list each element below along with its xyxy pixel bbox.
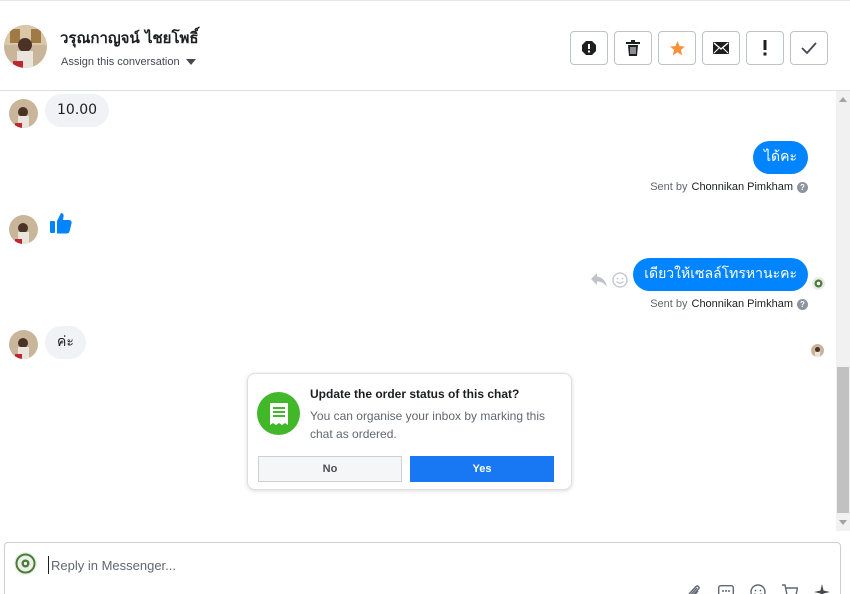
incoming-message: 10.00 <box>45 94 110 127</box>
page-avatar <box>14 552 37 575</box>
scroll-thumb[interactable] <box>837 367 849 513</box>
messenger-conversation: วรุณกาญจน์ ไชยโพธิ์ Assign this conversa… <box>0 0 850 594</box>
prompt-title: Update the order status of this chat? <box>310 387 520 401</box>
envelope-icon <box>713 42 729 54</box>
contact-avatar-small <box>9 330 38 359</box>
mark-done-button[interactable] <box>790 31 828 65</box>
incoming-message: ค่ะ <box>45 326 86 359</box>
order-receipt-icon <box>257 392 300 435</box>
follow-up-button[interactable] <box>746 31 784 65</box>
saved-replies-button[interactable] <box>717 583 735 594</box>
check-icon <box>801 42 817 54</box>
contact-avatar[interactable] <box>4 25 47 68</box>
assign-conversation-dropdown[interactable]: Assign this conversation <box>61 56 196 68</box>
attachment-button[interactable] <box>685 583 703 594</box>
assign-label: Assign this conversation <box>61 56 180 68</box>
conversation-header: วรุณกาญจน์ ไชยโพธิ์ Assign this conversa… <box>0 0 850 91</box>
reply-icon[interactable] <box>591 273 607 292</box>
mark-unread-button[interactable] <box>702 31 740 65</box>
order-status-prompt: Update the order status of this chat? Yo… <box>247 373 572 490</box>
sender-name: Chonnikan Pimkham <box>691 298 794 310</box>
trash-icon <box>626 40 640 56</box>
conversation-toolbar <box>570 31 828 65</box>
help-icon[interactable]: ? <box>797 181 808 193</box>
outgoing-message: เดียวให้เซลล์โทรหานะคะ <box>633 258 808 291</box>
paperclip-icon <box>688 585 700 594</box>
help-icon[interactable]: ? <box>797 298 808 310</box>
outgoing-message: ได้คะ <box>752 141 808 174</box>
more-actions-button[interactable] <box>813 583 831 594</box>
contact-avatar-small <box>9 99 38 128</box>
seen-avatar <box>812 277 825 290</box>
reply-input[interactable] <box>48 556 648 574</box>
exclamation-icon <box>763 40 767 56</box>
delete-button[interactable] <box>614 31 652 65</box>
reply-composer <box>4 542 841 594</box>
star-button[interactable] <box>658 31 696 65</box>
caret-down-icon <box>185 59 196 65</box>
scroll-down-arrow-icon[interactable] <box>839 520 847 525</box>
composer-toolbar <box>685 583 831 594</box>
saved-reply-icon <box>718 585 734 594</box>
sent-by-label: Sent by Chonnikan Pimkham ? <box>650 298 808 310</box>
add-product-button[interactable] <box>781 583 799 594</box>
sent-by-label: Sent by Chonnikan Pimkham ? <box>650 181 808 193</box>
contact-name: วรุณกาญจน์ ไชยโพธิ์ <box>60 29 199 47</box>
scroll-up-arrow-icon[interactable] <box>839 97 847 102</box>
mark-spam-button[interactable] <box>570 31 608 65</box>
no-button[interactable]: No <box>258 456 402 482</box>
star-icon <box>669 40 685 55</box>
contact-avatar-small <box>9 215 38 244</box>
spam-icon <box>582 41 596 55</box>
sender-name: Chonnikan Pimkham <box>691 181 794 193</box>
emoji-button[interactable] <box>749 583 767 594</box>
seen-avatar <box>811 344 824 357</box>
thumbs-up-icon <box>50 212 72 239</box>
message-scrollbar[interactable] <box>836 91 850 531</box>
prompt-body: You can organise your inbox by marking t… <box>310 409 546 441</box>
emoji-reaction-icon[interactable] <box>612 272 628 293</box>
yes-button[interactable]: Yes <box>410 456 554 482</box>
cart-icon <box>782 584 798 594</box>
sparkle-icon <box>814 584 830 594</box>
emoji-icon <box>750 584 766 594</box>
